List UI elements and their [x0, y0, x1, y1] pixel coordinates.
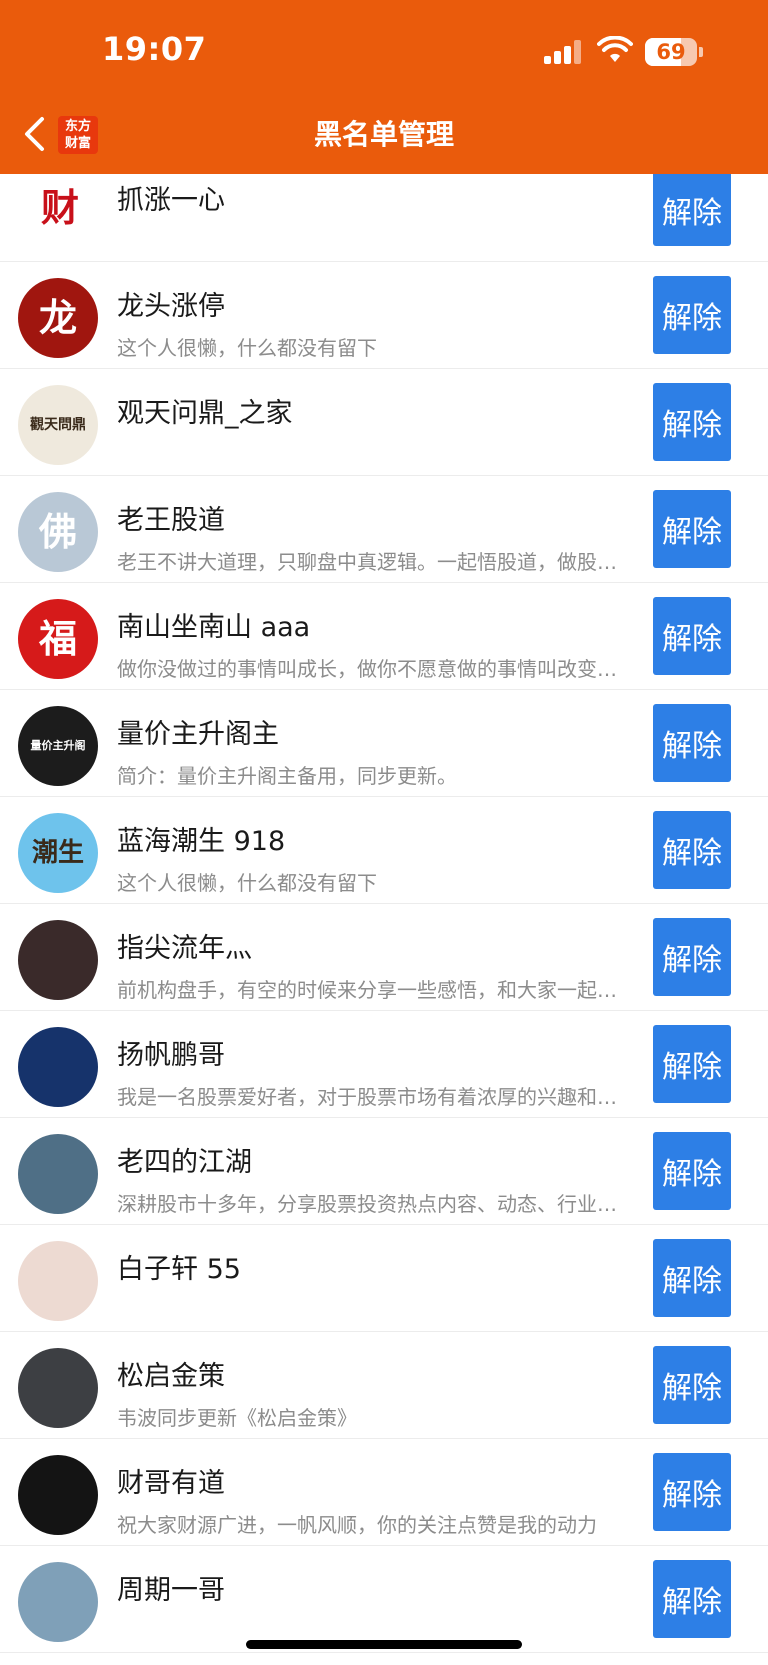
user-name[interactable]: 白子轩 55 — [117, 1247, 241, 1286]
unblock-button[interactable]: 解除 — [653, 1560, 731, 1638]
unblock-button[interactable]: 解除 — [653, 597, 731, 675]
battery-percent: 69 — [656, 40, 686, 64]
blacklist-row[interactable]: 财哥有道祝大家财源广进，一帆风顺，你的关注点赞是我的动力 解除 — [0, 1439, 768, 1546]
avatar[interactable]: 佛 — [18, 492, 98, 572]
blacklist-row[interactable]: 佛 老王股道老王不讲大道理，只聊盘中真逻辑。一起悟股道，做股市中的明白人。 解除 — [0, 476, 768, 583]
avatar[interactable]: 潮生 — [18, 813, 98, 893]
avatar-text: 潮生 — [31, 838, 84, 868]
blacklist-row[interactable]: 白子轩 55 解除 — [0, 1225, 768, 1332]
avatar[interactable] — [18, 920, 98, 1000]
user-description: 韦波同步更新《松启金策》 — [117, 1406, 357, 1430]
avatar[interactable]: 福 — [18, 599, 98, 679]
user-name[interactable]: 龙头涨停 — [117, 284, 225, 323]
user-name[interactable]: 抓涨一心 — [117, 178, 225, 217]
blacklist-row[interactable]: 量价主升阁 量价主升阁主简介：量价主升阁主备用，同步更新。 解除 — [0, 690, 768, 797]
unblock-button[interactable]: 解除 — [653, 383, 731, 461]
blacklist-row[interactable]: 福 南山坐南山 aaa 做你没做过的事情叫成长，做你不愿意做的事情叫改变，做你不敢做… — [0, 583, 768, 690]
unblock-button[interactable]: 解除 — [653, 1346, 731, 1424]
avatar[interactable]: 龙 — [18, 278, 98, 358]
user-description: 祝大家财源广进，一帆风顺，你的关注点赞是我的动力 — [117, 1513, 597, 1537]
status-time: 19:07 — [102, 30, 207, 68]
unblock-button[interactable]: 解除 — [653, 1132, 731, 1210]
user-description: 我是一名股票爱好者，对于股票市场有着浓厚的兴趣和热情。 — [117, 1085, 627, 1109]
avatar[interactable] — [18, 1348, 98, 1428]
blacklist-row[interactable]: 潮生 蓝海潮生 918 这个人很懒，什么都没有留下 解除 — [0, 797, 768, 904]
user-name[interactable]: 观天问鼎_之家 — [117, 391, 293, 430]
user-name[interactable]: 老王股道 — [117, 498, 225, 537]
unblock-button[interactable]: 解除 — [653, 490, 731, 568]
avatar-text: 福 — [38, 617, 77, 661]
blacklist-row[interactable]: 财抓涨一心 解除 — [0, 174, 768, 262]
user-name[interactable]: 财哥有道 — [117, 1461, 225, 1500]
user-name[interactable]: 扬帆鹏哥 — [117, 1033, 225, 1072]
avatar[interactable]: 量价主升阁 — [18, 706, 98, 786]
page-title: 黑名单管理 — [313, 118, 454, 151]
user-name[interactable]: 周期一哥 — [117, 1568, 225, 1607]
user-description: 前机构盘手，有空的时候来分享一些感悟，和大家一起交流。 — [117, 978, 627, 1002]
avatar-text: 量价主升阁 — [30, 739, 86, 752]
user-description: 简介：量价主升阁主备用，同步更新。 — [117, 764, 457, 788]
wifi-icon — [597, 36, 633, 62]
avatar-text: 龙 — [38, 296, 77, 340]
avatar[interactable] — [18, 1241, 98, 1321]
home-indicator[interactable] — [246, 1640, 522, 1649]
unblock-button[interactable]: 解除 — [653, 811, 731, 889]
avatar[interactable] — [18, 1134, 98, 1214]
unblock-button[interactable]: 解除 — [653, 918, 731, 996]
avatar-text: 觀天問鼎 — [30, 417, 86, 433]
user-name[interactable]: 量价主升阁主 — [117, 712, 279, 751]
avatar-text: 佛 — [38, 510, 77, 554]
avatar[interactable] — [18, 1027, 98, 1107]
blacklist-row[interactable]: 龙 龙头涨停这个人很懒，什么都没有留下 解除 — [0, 262, 768, 369]
user-description: 老王不讲大道理，只聊盘中真逻辑。一起悟股道，做股市中的明白人。 — [117, 550, 627, 574]
user-name[interactable]: 松启金策 — [117, 1354, 225, 1393]
battery-tip — [699, 47, 703, 57]
user-description: 深耕股市十多年，分享股票投资热点内容、动态、行业研究。 — [117, 1192, 627, 1216]
nav-header: 19:07 69 东方 财富 黑名单管理 — [0, 0, 768, 174]
unblock-button[interactable]: 解除 — [653, 174, 731, 246]
blacklist-row[interactable]: 觀天問鼎 观天问鼎_之家 解除 — [0, 369, 768, 476]
unblock-button[interactable]: 解除 — [653, 1239, 731, 1317]
user-description: 这个人很懒，什么都没有留下 — [117, 336, 377, 360]
unblock-button[interactable]: 解除 — [653, 1453, 731, 1531]
unblock-button[interactable]: 解除 — [653, 704, 731, 782]
avatar[interactable]: 觀天問鼎 — [18, 385, 98, 465]
user-name[interactable]: 老四的江湖 — [117, 1140, 252, 1179]
avatar[interactable]: 财 — [30, 178, 90, 238]
user-name[interactable]: 南山坐南山 aaa — [117, 605, 310, 644]
blacklist-row[interactable]: 指尖流年灬前机构盘手，有空的时候来分享一些感悟，和大家一起交流。 解除 — [0, 904, 768, 1011]
blacklist-row[interactable]: 老四的江湖深耕股市十多年，分享股票投资热点内容、动态、行业研究。 解除 — [0, 1118, 768, 1225]
blacklist-row[interactable]: 周期一哥 解除 — [0, 1546, 768, 1653]
user-description: 这个人很懒，什么都没有留下 — [117, 871, 377, 895]
user-description: 做你没做过的事情叫成长，做你不愿意做的事情叫改变，做你不敢做的事情叫突破。 — [117, 657, 627, 681]
blacklist: 财抓涨一心 解除龙龙头涨停 这个人很懒，什么都没有留下 解除 觀天問鼎 观天问鼎_之家 解除… — [0, 174, 768, 1653]
avatar-text: 财 — [40, 186, 79, 230]
blacklist-row[interactable]: 扬帆鹏哥我是一名股票爱好者，对于股票市场有着浓厚的兴趣和热情。 解除 — [0, 1011, 768, 1118]
avatar[interactable] — [18, 1562, 98, 1642]
user-name[interactable]: 蓝海潮生 918 — [117, 819, 285, 858]
blacklist-row[interactable]: 松启金策韦波同步更新《松启金策》 解除 — [0, 1332, 768, 1439]
cellular-signal-icon — [544, 40, 582, 64]
unblock-button[interactable]: 解除 — [653, 1025, 731, 1103]
avatar[interactable] — [18, 1455, 98, 1535]
unblock-button[interactable]: 解除 — [653, 276, 731, 354]
battery-icon: 69 — [645, 38, 697, 66]
user-name[interactable]: 指尖流年灬 — [117, 926, 252, 965]
